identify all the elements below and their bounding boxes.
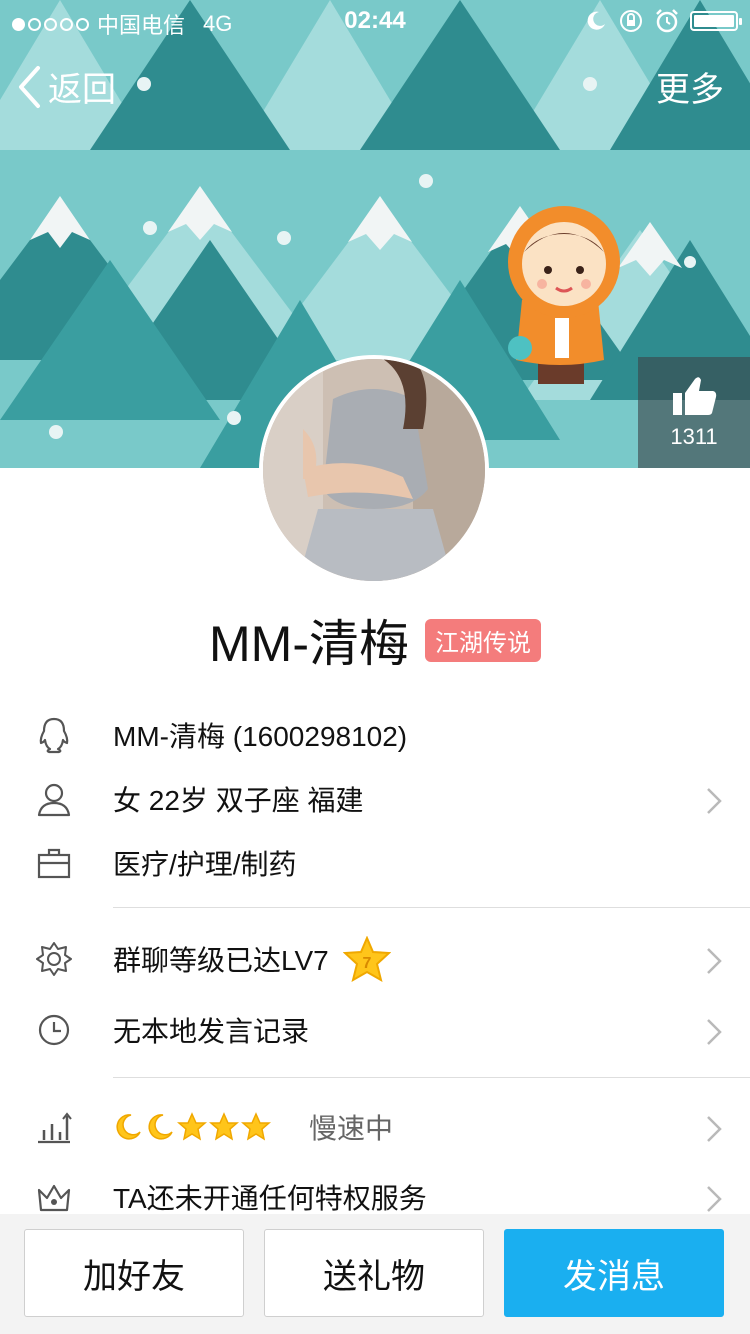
avatar[interactable] <box>259 355 489 585</box>
avatar-photo <box>263 359 485 581</box>
qq-level-content: 慢速中 <box>113 1107 393 1147</box>
send-gift-button[interactable]: 送礼物 <box>264 1229 484 1317</box>
level-icons <box>113 1112 271 1142</box>
privilege-text: TA还未开通任何特权服务 <box>113 1183 427 1214</box>
chevron-left-icon <box>19 65 40 108</box>
alarm-icon <box>656 9 678 33</box>
group-level-text: 群聊等级已达LV7 <box>113 945 329 976</box>
group-level-content: 群聊等级已达LV7 7 <box>113 936 391 982</box>
qq-account-row: MM-清梅 (1600298102) <box>0 703 750 767</box>
clock-icon <box>34 1010 74 1050</box>
back-label: 返回 <box>48 71 116 109</box>
speech-record-row[interactable]: 无本地发言记录 <box>0 998 750 1062</box>
bar-chart-icon <box>34 1107 74 1147</box>
more-button[interactable]: 更多 <box>656 62 724 111</box>
thumbs-up-icon <box>673 377 717 415</box>
penguin-icon <box>34 715 74 755</box>
profile-name-row: MM-清梅 江湖传说 <box>0 610 750 672</box>
badge-gear-icon <box>34 939 74 979</box>
title-badge: 江湖传说 <box>424 618 541 662</box>
qq-account-text: MM-清梅 (1600298102) <box>113 721 408 752</box>
profile-name: MM-清梅 <box>209 616 409 672</box>
star-level-icon <box>241 1112 271 1141</box>
level-status-text: 慢速中 <box>309 1113 394 1144</box>
back-button[interactable]: 返回 <box>16 62 116 111</box>
battery-icon <box>690 11 742 31</box>
gold-star-icon: 7 <box>342 936 391 982</box>
chevron-right-icon <box>707 1019 722 1045</box>
moon-level-icon <box>116 1114 141 1140</box>
status-bar: 中国电信 4G 02:44 <box>0 0 750 40</box>
person-icon <box>34 779 74 819</box>
navigation-bar: 返回 更多 <box>0 56 750 116</box>
chevron-right-icon <box>707 1186 722 1212</box>
moon-level-icon <box>148 1114 173 1140</box>
chevron-right-icon <box>707 788 722 814</box>
section-divider <box>113 907 750 908</box>
status-icons <box>584 8 742 34</box>
occupation-text: 医疗/护理/制药 <box>113 849 297 880</box>
speech-record-text: 无本地发言记录 <box>113 1016 310 1047</box>
like-button[interactable]: 1311 <box>638 357 750 468</box>
briefcase-icon <box>34 843 74 883</box>
moon-icon <box>587 11 605 30</box>
basic-info-row[interactable]: 女 22岁 双子座 福建 <box>0 767 750 831</box>
chevron-right-icon <box>707 1116 722 1142</box>
add-friend-button[interactable]: 加好友 <box>24 1229 244 1317</box>
basic-info-text: 女 22岁 双子座 福建 <box>113 785 364 816</box>
chevron-right-icon <box>707 948 722 974</box>
qq-level-row[interactable]: 慢速中 <box>0 1095 750 1159</box>
send-message-button[interactable]: 发消息 <box>504 1229 724 1317</box>
crown-icon <box>34 1177 74 1217</box>
action-bar: 加好友 送礼物 发消息 <box>0 1214 750 1334</box>
group-level-row[interactable]: 群聊等级已达LV7 7 <box>0 927 750 991</box>
svg-text:7: 7 <box>362 955 371 972</box>
occupation-row: 医疗/护理/制药 <box>0 831 750 895</box>
like-count: 1311 <box>670 424 718 449</box>
section-divider <box>113 1077 750 1078</box>
rotation-lock-icon <box>620 10 642 32</box>
star-level-icon <box>209 1112 239 1141</box>
star-level-icon <box>177 1112 207 1141</box>
